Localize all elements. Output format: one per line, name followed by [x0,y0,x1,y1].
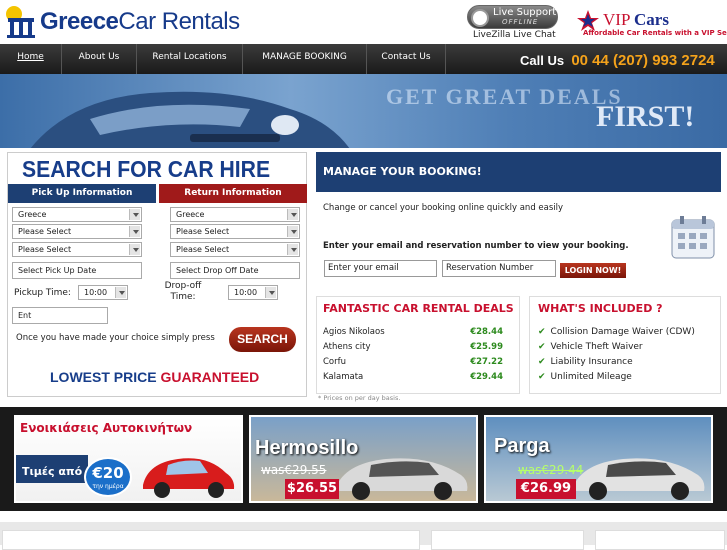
check-icon: ✔ [538,357,546,367]
deal-row[interactable]: Agios Nikolaos €28.44 [323,327,503,342]
return-city-select[interactable]: Please Select [170,224,300,239]
check-icon: ✔ [538,372,546,382]
vip-tagline: Affordable Car Rentals with a VIP Servic… [583,29,727,37]
promo-parga[interactable]: Parga was€29.44 €26.99 [484,415,713,503]
silver-car-image [573,458,705,500]
main-nav: Home About Us Rental Locations MANAGE BO… [0,44,727,74]
promo-price: €26.99 [516,479,576,499]
dropoff-time-select[interactable]: 10:00 [228,285,278,300]
nav-contact-us[interactable]: Contact Us [367,44,446,74]
return-location-select[interactable]: Please Select [170,242,300,257]
deals-title: FANTASTIC CAR RENTAL DEALS [323,302,514,315]
pickup-country-select[interactable]: Greece [12,207,142,222]
included-item: ✔ Collision Damage Waiver (CDW) [538,327,695,337]
manage-booking-title: MANAGE YOUR BOOKING! [316,152,721,192]
pickup-time-select[interactable]: 10:00 [78,285,128,300]
promo-greek-rentals[interactable]: Ενοικιάσεις Αυτοκινήτων Τιμές από €20 την… [14,415,243,503]
promo-price: $26.55 [285,479,339,499]
call-us-number: Call Us 00 44 (207) 993 2724 [520,52,715,69]
airports-box [431,530,584,550]
chevron-down-icon [287,209,298,220]
included-title: WHAT'S INCLUDED ? [538,302,663,315]
promo-title: Ενοικιάσεις Αυτοκινήτων [20,421,193,435]
extra-input[interactable]: Ent [12,307,108,324]
promo-was-price: was€29.44 [518,463,584,477]
reservation-number-input[interactable]: Reservation Number [442,260,556,277]
promo-was-price: was€29.55 [261,463,327,477]
car-photo [30,91,350,148]
manage-booking-panel: MANAGE YOUR BOOKING! Change or cancel yo… [316,152,721,286]
live-support-icon [471,9,489,27]
email-input[interactable]: Enter your email [324,260,437,277]
pickup-location-select[interactable]: Please Select [12,242,142,257]
chevron-down-icon [287,244,298,255]
check-icon: ✔ [538,327,546,337]
search-button[interactable]: SEARCH [229,327,296,352]
banner-headline: GET GREAT DEALS [386,84,623,109]
search-title: SEARCH FOR CAR HIRE [22,156,271,182]
manage-booking-text: Change or cancel your booking online qui… [323,203,564,213]
deal-row[interactable]: Athens city €25.99 [323,342,503,357]
live-support-button[interactable]: Live Support OFFLINE [467,5,558,29]
pickup-date-input[interactable]: Select Pick Up Date [12,262,142,279]
deal-row[interactable]: Corfu €27.22 [323,357,503,372]
vip-cars-logo[interactable]: VIP Cars [603,10,669,30]
nav-manage-booking[interactable]: MANAGE BOOKING [243,44,367,74]
chevron-down-icon [265,287,276,298]
live-support-status: OFFLINE [502,18,539,26]
pickup-time-label: Pickup Time: [14,288,71,298]
tab-pickup-information[interactable]: Pick Up Information [8,184,156,203]
tab-return-information[interactable]: Return Information [159,184,307,203]
check-icon: ✔ [538,342,546,352]
logo-column-icon [6,6,35,38]
promo-price-badge: €20 την ημέρα [84,457,132,497]
chevron-down-icon [115,287,126,298]
red-car-image [143,458,235,498]
whats-included-panel: WHAT'S INCLUDED ? ✔ Collision Damage Waiv… [529,296,721,394]
nav-home[interactable]: Home [0,44,62,74]
livezilla-label: LiveZilla Live Chat [473,30,556,40]
chevron-down-icon [287,226,298,237]
included-item: ✔ Unlimited Mileage [538,372,632,382]
live-support-label: Live Support [493,7,557,18]
chevron-down-icon [129,226,140,237]
promo-from-label: Τιμές από [22,465,83,478]
promo-strip: Ενοικιάσεις Αυτοκινήτων Τιμές από €20 την… [0,407,727,511]
deals-footnote: * Prices on per day basis. [318,394,401,402]
locations-box [2,530,420,550]
banner-subheadline: FIRST! [596,100,695,133]
calendar-icon [671,216,715,259]
chevron-down-icon [129,209,140,220]
login-button[interactable]: LOGIN NOW! [560,263,626,278]
site-header: GreeceCar Rentals Live Support OFFLINE L… [0,0,727,44]
included-item: ✔ Vehicle Theft Waiver [538,342,643,352]
promo-title: Parga [494,435,550,457]
car-rental-deals-panel: FANTASTIC CAR RENTAL DEALS Agios Nikolao… [316,296,520,394]
search-car-hire-panel: SEARCH FOR CAR HIRE Pick Up Information … [7,152,307,397]
promo-banner: GET GREAT DEALS FIRST! [0,74,727,148]
dropoff-date-input[interactable]: Select Drop Off Date [170,262,300,279]
pickup-city-select[interactable]: Please Select [12,224,142,239]
lowest-price-guaranteed: LOWEST PRICE GUARANTEED [50,369,260,385]
bottom-section [0,522,727,550]
promo-hermosillo[interactable]: Hermosillo was€29.55 $26.55 [249,415,478,503]
included-item: ✔ Liability Insurance [538,357,633,367]
cities-box [595,530,725,550]
chevron-down-icon [129,244,140,255]
nav-about-us[interactable]: About Us [62,44,137,74]
deal-row[interactable]: Kalamata €29.44 [323,372,503,387]
manage-booking-prompt: Enter your email and reservation number … [323,241,629,251]
dropoff-time-label: Drop-off Time: [164,281,202,302]
nav-rental-locations[interactable]: Rental Locations [137,44,243,74]
promo-title: Hermosillo [255,437,359,459]
site-logo[interactable]: GreeceCar Rentals [40,8,240,36]
search-hint: Once you have made your choice simply pr… [16,333,215,343]
return-country-select[interactable]: Greece [170,207,300,222]
